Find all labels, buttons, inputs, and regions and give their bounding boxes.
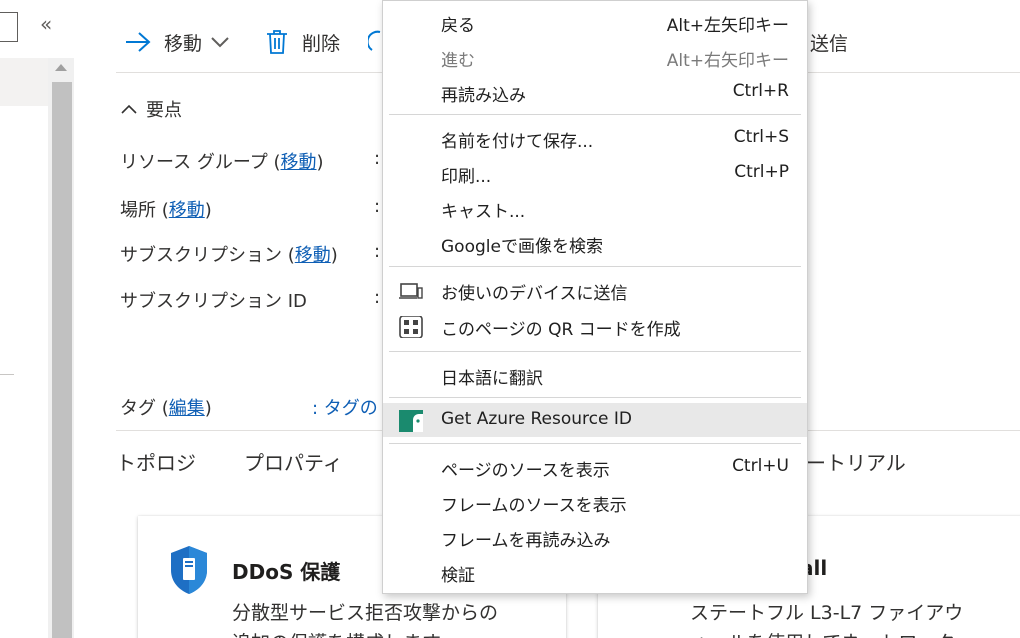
tags-label: タグ ( [120,398,169,419]
menu-item-label: ページのソースを表示 [441,461,610,481]
left-panel-selected-item[interactable] [0,58,48,106]
subscription-label: サブスクリプション ( [120,245,295,266]
tags-edit-link[interactable]: 編集 [169,398,205,419]
subscription-close-paren: ) [330,245,338,266]
menu-item-label: キャスト... [441,202,526,222]
menu-item-label: フレームを再読み込み [441,531,611,551]
menu-separator [389,351,801,352]
menu-item-send-to-devices[interactable]: お使いのデバイスに送信 [383,273,807,307]
menu-item-label: フレームのソースを表示 [441,496,627,516]
tab-properties[interactable]: プロパティ [244,447,343,476]
tags-value-link[interactable]: : タグの [312,394,378,420]
tab-topology[interactable]: トポロジ [116,447,196,476]
menu-item-view-frame-source[interactable]: フレームのソースを表示 [383,485,807,519]
delete-button-label: 削除 [302,32,341,55]
menu-item-shortcut: Ctrl+R [732,81,789,101]
essentials-header: 要点 [146,100,182,121]
resource-group-move-link[interactable]: 移動 [281,152,317,173]
resource-group-colon: : [374,148,381,169]
resource-group-label: リソース グループ ( [120,152,281,173]
menu-item-shortcut: Ctrl+P [734,162,789,182]
menu-item-label: 検証 [441,566,475,586]
card-description-line2: ォールを使用してネットワーク [690,628,955,638]
menu-item-label: このページの QR コードを作成 [441,320,681,340]
card-description: 分散型サービス拒否攻撃からの [232,602,499,624]
refresh-icon [368,30,381,51]
trash-icon [267,30,287,54]
menu-item-label: 印刷... [441,167,492,187]
scroll-up-arrow-icon[interactable] [55,64,67,71]
location-close-paren: ) [204,200,212,221]
menu-item-forward: 進む Alt+右矢印キー [383,40,807,74]
location-colon: : [374,196,381,217]
menu-separator [389,443,801,444]
menu-item-cast[interactable]: キャスト... [383,191,807,225]
shield-icon [171,546,207,594]
menu-separator [389,397,801,398]
menu-item-create-qr-code[interactable]: このページの QR コードを作成 [383,309,807,343]
left-panel-divider [0,374,14,375]
arrow-right-icon [126,32,151,52]
feedback-button-label: 送信 [810,32,849,55]
subscription-colon: : [374,241,381,262]
menu-item-label: Googleで画像を検索 [441,237,603,257]
menu-item-label: 日本語に翻訳 [441,369,543,389]
collapse-panel-icon[interactable]: « [40,12,52,36]
menu-item-search-image-google[interactable]: Googleで画像を検索 [383,226,807,260]
browser-context-menu: 戻る Alt+左矢印キー 進む Alt+右矢印キー 再読み込み Ctrl+R 名… [382,0,808,594]
scrollbar-thumb[interactable] [52,82,72,638]
menu-item-reload-frame[interactable]: フレームを再読み込み [383,520,807,554]
left-panel-search-box[interactable] [0,12,18,42]
subscription-id-property: サブスクリプション ID [120,287,307,313]
azure-extension-icon [399,410,423,432]
chevron-up-icon [121,104,137,114]
chevron-down-icon [211,37,229,48]
location-property: 場所 (移動) [120,196,212,222]
tags-close-paren: ) [204,398,212,419]
tags-property: タグ (編集) [120,394,212,420]
menu-item-save-as[interactable]: 名前を付けて保存... Ctrl+S [383,121,807,155]
menu-item-get-azure-resource-id[interactable]: Get Azure Resource ID [383,403,807,437]
menu-item-shortcut: Ctrl+S [733,127,789,147]
menu-item-back[interactable]: 戻る Alt+左矢印キー [383,5,807,39]
menu-separator [389,266,801,267]
menu-item-label: 進む [441,51,475,71]
menu-item-view-page-source[interactable]: ページのソースを表示 Ctrl+U [383,450,807,484]
move-button[interactable]: 移動 [124,26,230,58]
menu-item-label: 名前を付けて保存... [441,132,594,152]
resource-group-property: リソース グループ (移動) [120,148,324,174]
menu-item-shortcut: Alt+右矢印キー [666,51,789,71]
card-description: ステートフル L3-L7 ファイアウ [690,602,964,624]
location-move-link[interactable]: 移動 [169,200,205,221]
menu-item-label: 戻る [441,16,475,36]
menu-item-translate[interactable]: 日本語に翻訳 [383,358,807,392]
card-description-line2: 追加の保護を構成します [232,628,441,638]
essentials-toggle[interactable]: 要点 [120,96,182,122]
feedback-button[interactable]: 送信 [810,26,848,58]
menu-item-label: 再読み込み [441,86,526,106]
qr-code-icon [399,316,423,338]
device-send-icon [399,283,423,299]
azure-portal-page: « 移動 削除 送信 要点 リソース グループ (移動) : 場所 (移動):… [0,0,1020,638]
menu-item-inspect[interactable]: 検証 [383,555,807,589]
menu-item-print[interactable]: 印刷... Ctrl+P [383,156,807,190]
tab-tutorials[interactable]: ートリアル [806,447,906,476]
menu-item-shortcut: Ctrl+U [732,456,789,476]
menu-separator [389,114,801,115]
move-button-label: 移動 [164,32,203,55]
subscription-move-link[interactable]: 移動 [295,245,331,266]
menu-item-shortcut: Alt+左矢印キー [666,16,789,36]
subscription-id-colon: : [374,287,381,308]
resource-group-close-paren: ) [316,152,324,173]
menu-item-label: お使いのデバイスに送信 [441,284,628,304]
card-title: DDoS 保護 [232,560,341,584]
menu-item-label: Get Azure Resource ID [441,409,632,429]
delete-button[interactable]: 削除 [266,26,340,58]
menu-item-reload[interactable]: 再読み込み Ctrl+R [383,75,807,109]
subscription-property: サブスクリプション (移動) [120,241,338,267]
location-label: 場所 ( [120,200,169,221]
refresh-button[interactable] [368,26,382,58]
subscription-id-label: サブスクリプション ID [120,291,307,312]
